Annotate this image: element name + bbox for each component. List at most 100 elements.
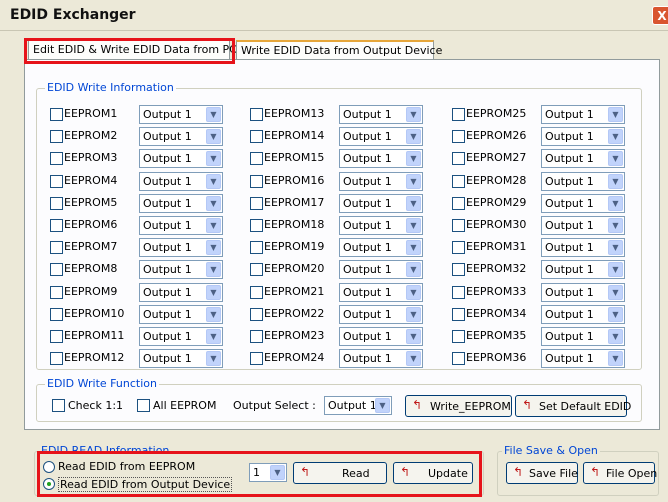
chevron-down-icon[interactable]: ▼ <box>608 151 623 166</box>
eeprom-checkbox[interactable] <box>452 197 465 210</box>
output-select-dropdown[interactable]: Output 1 ▼ <box>324 396 392 415</box>
check-1-1-checkbox[interactable] <box>52 399 65 412</box>
eeprom-checkbox[interactable] <box>452 152 465 165</box>
chevron-down-icon[interactable]: ▼ <box>406 285 421 300</box>
eeprom-output-dropdown[interactable]: Output 1 ▼ <box>339 172 423 191</box>
chevron-down-icon[interactable]: ▼ <box>206 218 221 233</box>
eeprom-checkbox[interactable] <box>250 263 263 276</box>
eeprom-checkbox[interactable] <box>250 152 263 165</box>
eeprom-output-dropdown[interactable]: Output 1 ▼ <box>139 149 223 168</box>
chevron-down-icon[interactable]: ▼ <box>406 240 421 255</box>
eeprom-output-dropdown[interactable]: Output 1 ▼ <box>339 194 423 213</box>
eeprom-output-dropdown[interactable]: Output 1 ▼ <box>339 149 423 168</box>
eeprom-output-dropdown[interactable]: Output 1 ▼ <box>139 216 223 235</box>
eeprom-output-dropdown[interactable]: Output 1 ▼ <box>339 216 423 235</box>
chevron-down-icon[interactable]: ▼ <box>406 151 421 166</box>
eeprom-output-dropdown[interactable]: Output 1 ▼ <box>541 260 625 279</box>
chevron-down-icon[interactable]: ▼ <box>608 218 623 233</box>
chevron-down-icon[interactable]: ▼ <box>608 329 623 344</box>
eeprom-checkbox[interactable] <box>250 330 263 343</box>
eeprom-output-dropdown[interactable]: Output 1 ▼ <box>541 216 625 235</box>
eeprom-checkbox[interactable] <box>452 308 465 321</box>
eeprom-checkbox[interactable] <box>50 308 63 321</box>
eeprom-output-dropdown[interactable]: Output 1 ▼ <box>139 305 223 324</box>
eeprom-checkbox[interactable] <box>250 352 263 365</box>
chevron-down-icon[interactable]: ▼ <box>608 240 623 255</box>
chevron-down-icon[interactable]: ▼ <box>608 285 623 300</box>
eeprom-checkbox[interactable] <box>452 241 465 254</box>
eeprom-output-dropdown[interactable]: Output 1 ▼ <box>139 327 223 346</box>
eeprom-checkbox[interactable] <box>50 175 63 188</box>
eeprom-output-dropdown[interactable]: Output 1 ▼ <box>339 105 423 124</box>
eeprom-checkbox[interactable] <box>452 352 465 365</box>
eeprom-output-dropdown[interactable]: Output 1 ▼ <box>541 305 625 324</box>
eeprom-checkbox[interactable] <box>50 152 63 165</box>
chevron-down-icon[interactable]: ▼ <box>206 151 221 166</box>
eeprom-output-dropdown[interactable]: Output 1 ▼ <box>541 105 625 124</box>
chevron-down-icon[interactable]: ▼ <box>608 262 623 277</box>
eeprom-output-dropdown[interactable]: Output 1 ▼ <box>139 349 223 368</box>
eeprom-output-dropdown[interactable]: Output 1 ▼ <box>541 149 625 168</box>
eeprom-checkbox[interactable] <box>250 175 263 188</box>
eeprom-output-dropdown[interactable]: Output 1 ▼ <box>139 260 223 279</box>
eeprom-output-dropdown[interactable]: Output 1 ▼ <box>339 238 423 257</box>
file-open-button[interactable]: ↰ File Open <box>583 462 657 484</box>
chevron-down-icon[interactable]: ▼ <box>406 351 421 366</box>
eeprom-checkbox[interactable] <box>452 263 465 276</box>
all-eeprom-checkbox[interactable] <box>137 399 150 412</box>
chevron-down-icon[interactable]: ▼ <box>406 307 421 322</box>
chevron-down-icon[interactable]: ▼ <box>406 218 421 233</box>
eeprom-output-dropdown[interactable]: Output 1 ▼ <box>541 238 625 257</box>
chevron-down-icon[interactable]: ▼ <box>206 262 221 277</box>
eeprom-checkbox[interactable] <box>452 330 465 343</box>
eeprom-checkbox[interactable] <box>452 286 465 299</box>
eeprom-checkbox[interactable] <box>50 352 63 365</box>
chevron-down-icon[interactable]: ▼ <box>206 174 221 189</box>
eeprom-output-dropdown[interactable]: Output 1 ▼ <box>139 194 223 213</box>
read-from-eeprom-radio[interactable] <box>43 461 55 473</box>
eeprom-output-dropdown[interactable]: Output 1 ▼ <box>139 172 223 191</box>
eeprom-output-dropdown[interactable]: Output 1 ▼ <box>541 172 625 191</box>
eeprom-checkbox[interactable] <box>50 197 63 210</box>
chevron-down-icon[interactable]: ▼ <box>206 351 221 366</box>
eeprom-output-dropdown[interactable]: Output 1 ▼ <box>541 194 625 213</box>
chevron-down-icon[interactable]: ▼ <box>375 398 390 413</box>
chevron-down-icon[interactable]: ▼ <box>270 465 285 480</box>
eeprom-checkbox[interactable] <box>50 241 63 254</box>
read-button[interactable]: ↰ Read <box>293 462 387 484</box>
chevron-down-icon[interactable]: ▼ <box>406 196 421 211</box>
eeprom-checkbox[interactable] <box>50 286 63 299</box>
eeprom-output-dropdown[interactable]: Output 1 ▼ <box>339 283 423 302</box>
chevron-down-icon[interactable]: ▼ <box>406 329 421 344</box>
chevron-down-icon[interactable]: ▼ <box>406 174 421 189</box>
chevron-down-icon[interactable]: ▼ <box>206 129 221 144</box>
chevron-down-icon[interactable]: ▼ <box>608 174 623 189</box>
eeprom-checkbox[interactable] <box>50 263 63 276</box>
eeprom-output-dropdown[interactable]: Output 1 ▼ <box>339 260 423 279</box>
chevron-down-icon[interactable]: ▼ <box>206 107 221 122</box>
eeprom-checkbox[interactable] <box>452 175 465 188</box>
chevron-down-icon[interactable]: ▼ <box>608 196 623 211</box>
chevron-down-icon[interactable]: ▼ <box>206 285 221 300</box>
chevron-down-icon[interactable]: ▼ <box>206 329 221 344</box>
chevron-down-icon[interactable]: ▼ <box>406 262 421 277</box>
eeprom-checkbox[interactable] <box>50 219 63 232</box>
eeprom-output-dropdown[interactable]: Output 1 ▼ <box>139 238 223 257</box>
eeprom-checkbox[interactable] <box>50 108 63 121</box>
eeprom-checkbox[interactable] <box>50 330 63 343</box>
eeprom-output-dropdown[interactable]: Output 1 ▼ <box>139 105 223 124</box>
eeprom-output-dropdown[interactable]: Output 1 ▼ <box>339 127 423 146</box>
chevron-down-icon[interactable]: ▼ <box>206 307 221 322</box>
eeprom-checkbox[interactable] <box>452 219 465 232</box>
read-number-dropdown[interactable]: 1 ▼ <box>249 463 287 482</box>
update-button[interactable]: ↰ Update <box>393 462 473 484</box>
eeprom-output-dropdown[interactable]: Output 1 ▼ <box>541 349 625 368</box>
save-file-button[interactable]: ↰ Save File <box>506 462 578 484</box>
eeprom-checkbox[interactable] <box>250 197 263 210</box>
eeprom-output-dropdown[interactable]: Output 1 ▼ <box>339 305 423 324</box>
eeprom-checkbox[interactable] <box>250 241 263 254</box>
eeprom-output-dropdown[interactable]: Output 1 ▼ <box>541 327 625 346</box>
eeprom-checkbox[interactable] <box>250 108 263 121</box>
chevron-down-icon[interactable]: ▼ <box>206 240 221 255</box>
chevron-down-icon[interactable]: ▼ <box>406 129 421 144</box>
